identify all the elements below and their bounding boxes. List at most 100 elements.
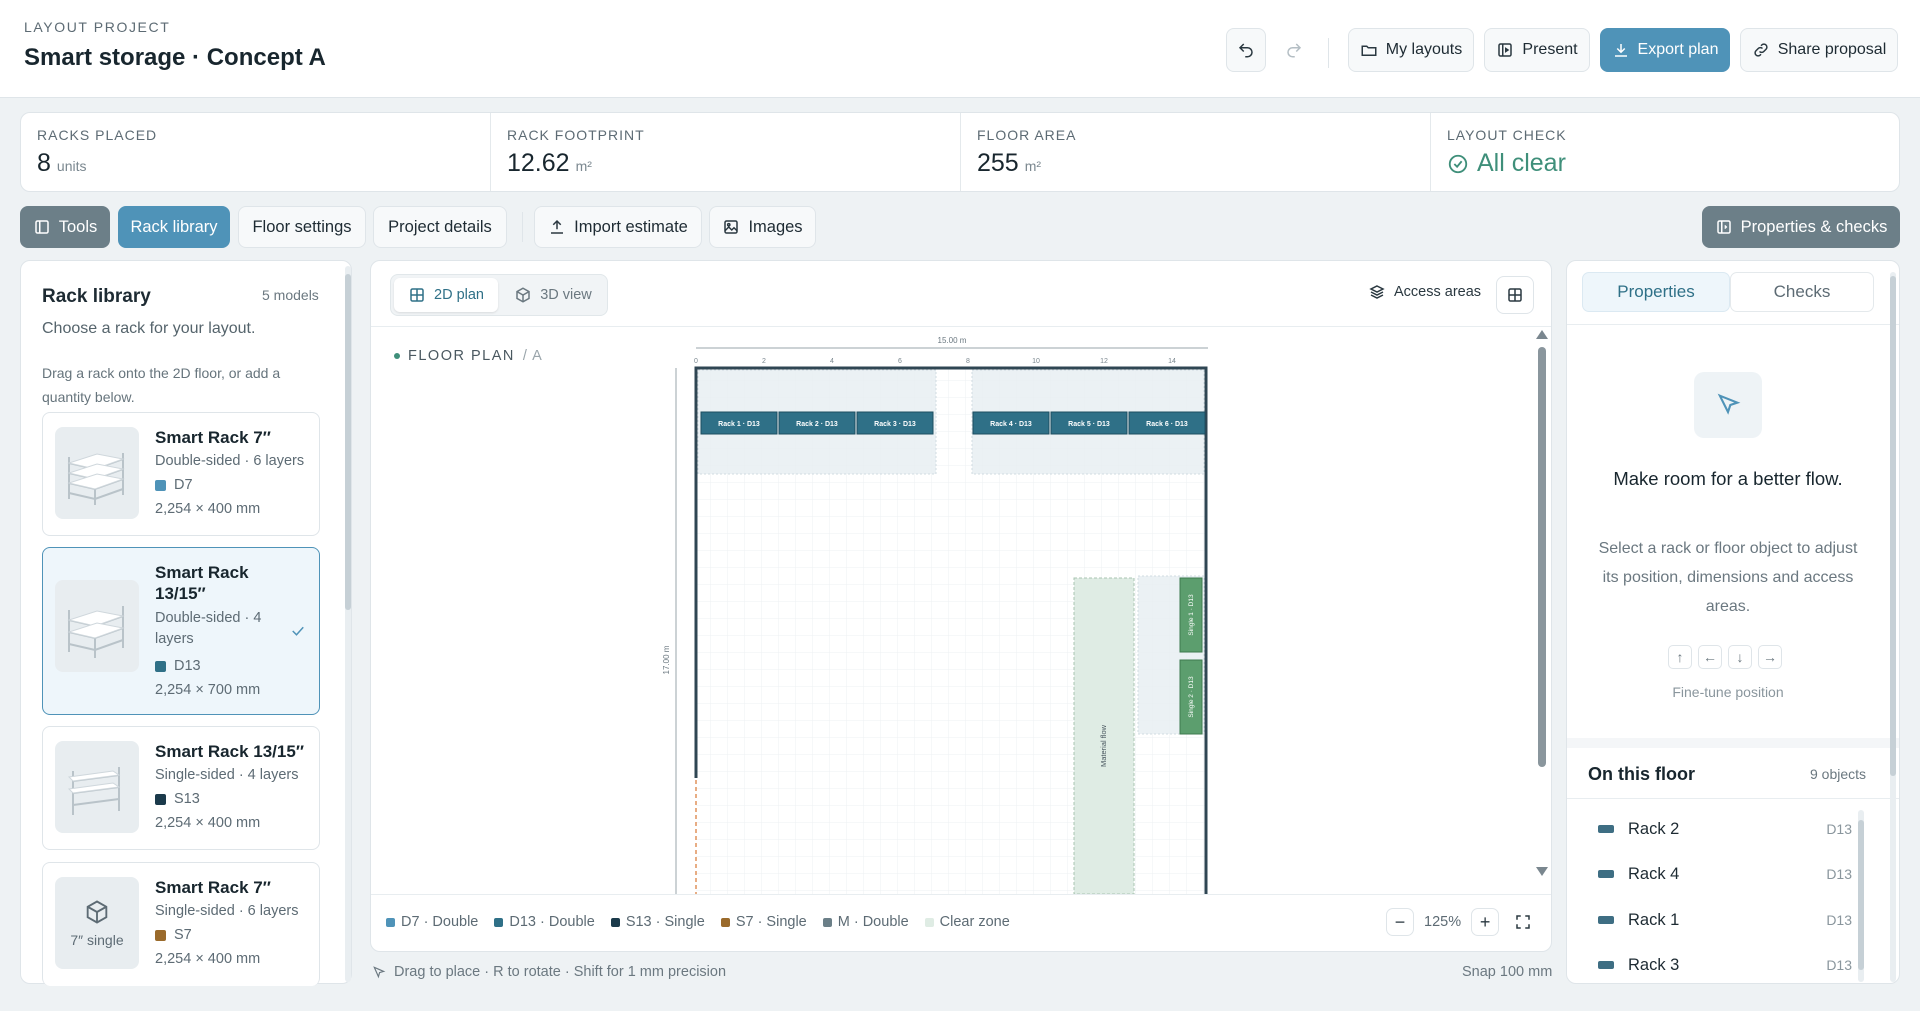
ruler-tick: 12 xyxy=(1100,358,1108,365)
floor-item-name: Rack 3 xyxy=(1628,955,1680,974)
floor-list-item[interactable]: Rack 3 D13 xyxy=(1598,950,1852,980)
plus-icon: + xyxy=(1479,912,1491,932)
empty-state-text: Select a rack or floor object to adjust … xyxy=(1598,540,1858,615)
rack-card[interactable]: Smart Rack 7″ Double-sided · 6 layers D7… xyxy=(42,412,320,536)
rack-swatch xyxy=(1598,870,1614,878)
rack-label: Rack 2 · D13 xyxy=(796,421,838,428)
panel-divider xyxy=(1567,324,1899,325)
tab-rack-library[interactable]: Rack library xyxy=(118,206,230,248)
nudge-left-button[interactable]: ← xyxy=(1698,645,1722,669)
tab-checks[interactable]: Checks xyxy=(1730,272,1874,312)
ruler-tick: 0 xyxy=(694,358,698,365)
legend-label: S7 · Single xyxy=(735,914,807,930)
toolbar-divider xyxy=(1328,38,1329,68)
view-3d-button[interactable]: 3D view xyxy=(502,278,604,312)
tools-button[interactable]: Tools xyxy=(20,206,110,248)
nudge-up-button[interactable]: ↑ xyxy=(1668,645,1692,669)
rack-description: Double-sided · 6 layers xyxy=(155,453,305,469)
rack-code-text: D13 xyxy=(174,658,201,674)
stat-floor-area: FLOOR AREA 255 m² xyxy=(961,113,1431,191)
redo-button[interactable] xyxy=(1274,28,1314,72)
undo-button[interactable] xyxy=(1226,28,1266,72)
stat-layout-check: LAYOUT CHECK All clear xyxy=(1431,113,1899,191)
rack-code: S13 xyxy=(155,791,200,807)
fullscreen-button[interactable] xyxy=(1509,908,1538,936)
export-plan-button[interactable]: Export plan xyxy=(1600,28,1730,72)
share-proposal-button[interactable]: Share proposal xyxy=(1740,28,1898,72)
scroll-up-icon[interactable] xyxy=(1536,330,1548,339)
check-circle-icon xyxy=(1447,153,1469,175)
present-button[interactable]: Present xyxy=(1484,28,1590,72)
library-scroll-thumb[interactable] xyxy=(345,274,351,610)
rack-card-selected[interactable]: Smart Rack 13/15″ Double-sided · 4 layer… xyxy=(42,547,320,715)
share-proposal-label: Share proposal xyxy=(1777,41,1887,58)
code-swatch xyxy=(155,929,166,941)
floor-label-suffix: / A xyxy=(522,348,543,364)
tab-floor-settings[interactable]: Floor settings xyxy=(238,206,366,248)
zoom-in-button[interactable]: + xyxy=(1471,908,1500,936)
arrow-down-icon: ↓ xyxy=(1736,649,1744,665)
cursor-icon xyxy=(1714,391,1742,419)
rack-dimensions: 2,254 × 400 mm xyxy=(155,951,261,967)
legend-swatch xyxy=(494,917,504,927)
floor-plan-canvas[interactable]: 15.00 m 0 2 4 6 8 10 12 14 17.00 m Mater… xyxy=(660,330,1220,894)
rack-label: Rack 5 · D13 xyxy=(1068,421,1110,428)
rack-dimensions: 2,254 × 400 mm xyxy=(155,815,261,831)
view-2d-label: 2D plan xyxy=(434,287,484,303)
arrow-keys: ↑ ← ↓ → xyxy=(1668,645,1782,669)
floor-item-name: Rack 4 xyxy=(1628,864,1680,883)
rack-thumbnail: 7″ single xyxy=(55,877,139,969)
stat-label: RACKS PLACED xyxy=(37,127,158,143)
floor-list-item[interactable]: Rack 2 D13 xyxy=(1598,814,1852,844)
rack-card[interactable]: Smart Rack 13/15″ Single-sided · 4 layer… xyxy=(42,726,320,850)
properties-scrollbar[interactable] xyxy=(1890,272,1896,982)
rack-thumbnail xyxy=(55,427,139,519)
floor-list-item[interactable]: Rack 1 D13 xyxy=(1598,905,1852,935)
layers-icon xyxy=(1368,283,1386,301)
zoom-out-button[interactable]: − xyxy=(1386,908,1414,936)
properties-checks-button[interactable]: Properties & checks xyxy=(1702,206,1900,248)
checkmark-icon xyxy=(289,622,307,640)
rack-card[interactable]: 7″ single Smart Rack 7″ Single-sided · 6… xyxy=(42,862,320,986)
upload-icon xyxy=(548,218,566,236)
tab-project-details[interactable]: Project details xyxy=(373,206,507,248)
download-icon xyxy=(1612,41,1630,59)
nudge-down-button[interactable]: ↓ xyxy=(1728,645,1752,669)
rack-thumbnail xyxy=(55,741,139,833)
canvas-scrollbar[interactable] xyxy=(1536,330,1548,894)
rack-thumbnail xyxy=(55,580,139,672)
import-estimate-button[interactable]: Import estimate xyxy=(534,206,702,248)
tab-label: Rack library xyxy=(130,217,218,236)
shelf-rack-icon xyxy=(67,606,125,658)
nudge-right-button[interactable]: → xyxy=(1758,645,1782,669)
panel-divider xyxy=(1567,798,1899,799)
ruler-tick: 10 xyxy=(1032,358,1040,365)
zoom-controls: − 125% + xyxy=(1386,908,1538,936)
canvas-hint: Drag to place · R to rotate · Shift for … xyxy=(372,964,726,980)
access-areas-label: Access areas xyxy=(1394,284,1482,300)
access-areas-toggle[interactable]: Access areas xyxy=(1368,283,1481,301)
canvas-scroll-thumb[interactable] xyxy=(1538,347,1546,767)
properties-scroll-thumb[interactable] xyxy=(1890,276,1896,776)
library-scrollbar[interactable] xyxy=(345,266,351,982)
images-button[interactable]: Images xyxy=(709,206,816,248)
my-layouts-button[interactable]: My layouts xyxy=(1348,28,1474,72)
height-dimension-label: 17.00 m xyxy=(662,645,671,674)
rack-swatch xyxy=(1598,961,1614,969)
floor-list-scrollbar[interactable] xyxy=(1858,810,1864,982)
tab-label: Properties xyxy=(1617,282,1695,301)
stat-label: FLOOR AREA xyxy=(977,127,1077,143)
snap-setting: Snap 100 mm xyxy=(1462,964,1553,980)
width-dimension-label: 15.00 m xyxy=(938,336,967,345)
present-icon xyxy=(1496,41,1514,59)
panel-right-icon xyxy=(1715,218,1733,236)
code-swatch xyxy=(155,660,166,672)
floor-list-scroll-thumb[interactable] xyxy=(1858,820,1864,970)
floor-list-item[interactable]: Rack 4 D13 xyxy=(1598,859,1852,889)
view-2d-plan-button[interactable]: 2D plan xyxy=(394,278,498,312)
scroll-down-icon[interactable] xyxy=(1536,867,1548,876)
link-icon xyxy=(1752,41,1770,59)
rack-description: Single-sided · 4 layers xyxy=(155,767,299,783)
tab-properties[interactable]: Properties xyxy=(1582,272,1730,312)
grid-toggle-button[interactable] xyxy=(1496,276,1534,314)
